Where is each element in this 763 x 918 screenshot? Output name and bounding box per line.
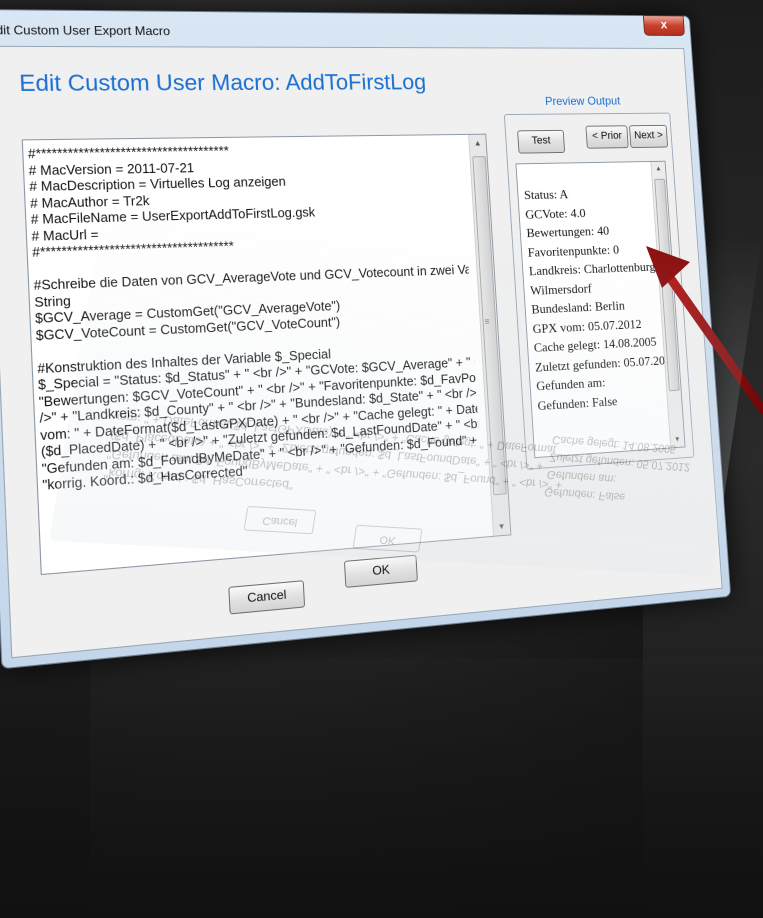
test-button[interactable]: Test (517, 129, 566, 154)
close-button[interactable]: x (642, 15, 685, 36)
reflection-cancel-button: Cancel (243, 505, 317, 535)
next-button[interactable]: Next > (628, 124, 669, 149)
cancel-button[interactable]: Cancel (228, 580, 306, 615)
scroll-up-arrow-icon[interactable]: ▲ (469, 135, 486, 152)
scene-background: Edit Custom User Export Macro x Edit Cus… (0, 0, 763, 918)
title-bar[interactable]: Edit Custom User Export Macro x (0, 10, 691, 48)
scroll-up-arrow-icon[interactable]: ▲ (651, 162, 665, 176)
reflection-ok-button: OK (352, 524, 423, 553)
preview-output-label: Preview Output (544, 94, 621, 108)
prior-button[interactable]: < Prior (585, 125, 629, 149)
page-title: Edit Custom User Macro: AddToFirstLog (18, 69, 427, 97)
background-grass (0, 658, 763, 918)
window-title: Edit Custom User Export Macro (0, 22, 171, 39)
